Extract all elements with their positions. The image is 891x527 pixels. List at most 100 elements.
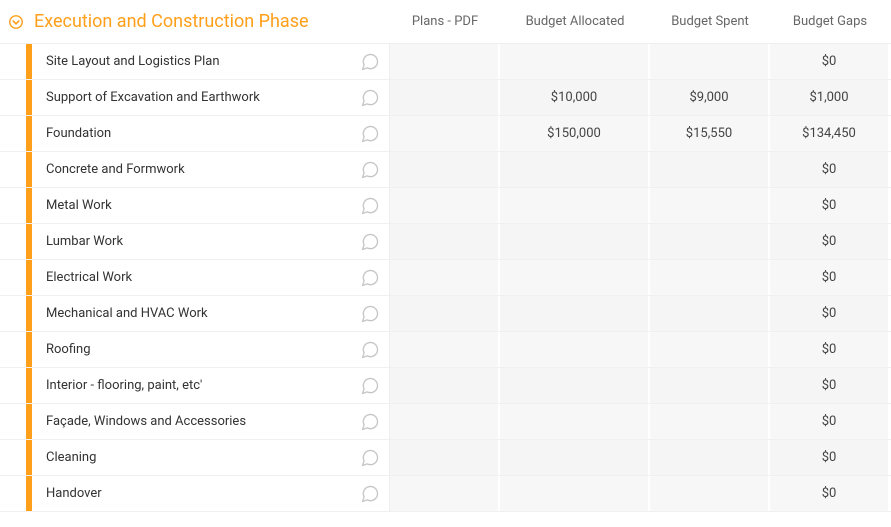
cell-plans[interactable] xyxy=(390,260,500,295)
cell-allocated[interactable] xyxy=(500,188,650,223)
cell-spent[interactable] xyxy=(650,44,770,79)
section-title[interactable]: Execution and Construction Phase xyxy=(34,11,309,32)
row-name-cell[interactable]: Concrete and Formwork xyxy=(32,152,390,187)
cell-gaps[interactable]: $1,000 xyxy=(770,80,890,115)
table-row[interactable]: Lumbar Work $0 xyxy=(0,224,891,260)
cell-plans[interactable] xyxy=(390,440,500,475)
table-row[interactable]: Façade, Windows and Accessories $0 xyxy=(0,404,891,440)
row-name: Interior - flooring, paint, etc' xyxy=(46,378,202,393)
column-header-plans[interactable]: Plans - PDF xyxy=(390,14,500,29)
table-row[interactable]: Mechanical and HVAC Work $0 xyxy=(0,296,891,332)
cell-plans[interactable] xyxy=(390,224,500,259)
row-name-cell[interactable]: Interior - flooring, paint, etc' xyxy=(32,368,390,403)
cell-gaps[interactable]: $0 xyxy=(770,152,890,187)
table-row[interactable]: Concrete and Formwork $0 xyxy=(0,152,891,188)
cell-plans[interactable] xyxy=(390,296,500,331)
cell-gaps[interactable]: $0 xyxy=(770,296,890,331)
cell-spent[interactable] xyxy=(650,296,770,331)
cell-allocated[interactable] xyxy=(500,368,650,403)
row-indent xyxy=(0,116,26,151)
cell-spent[interactable]: $15,550 xyxy=(650,116,770,151)
cell-spent[interactable] xyxy=(650,404,770,439)
cell-plans[interactable] xyxy=(390,368,500,403)
table-row[interactable]: Cleaning $0 xyxy=(0,440,891,476)
cell-allocated[interactable]: $10,000 xyxy=(500,80,650,115)
row-name-cell[interactable]: Foundation xyxy=(32,116,390,151)
cell-allocated[interactable] xyxy=(500,152,650,187)
cell-plans[interactable] xyxy=(390,476,500,511)
cell-spent[interactable] xyxy=(650,152,770,187)
chat-icon[interactable] xyxy=(359,87,381,109)
cell-gaps[interactable]: $0 xyxy=(770,332,890,367)
cell-allocated[interactable] xyxy=(500,260,650,295)
chat-icon[interactable] xyxy=(359,483,381,505)
table-row[interactable]: Support of Excavation and Earthwork $10,0… xyxy=(0,80,891,116)
table-row[interactable]: Electrical Work $0 xyxy=(0,260,891,296)
cell-spent[interactable] xyxy=(650,440,770,475)
row-name-cell[interactable]: Site Layout and Logistics Plan xyxy=(32,44,390,79)
cell-gaps[interactable]: $0 xyxy=(770,476,890,511)
row-name-cell[interactable]: Lumbar Work xyxy=(32,224,390,259)
table-row[interactable]: Site Layout and Logistics Plan $0 xyxy=(0,44,891,80)
chat-icon[interactable] xyxy=(359,123,381,145)
column-header-allocated[interactable]: Budget Allocated xyxy=(500,14,650,29)
row-name: Electrical Work xyxy=(46,270,132,285)
cell-plans[interactable] xyxy=(390,152,500,187)
table-row[interactable]: Handover $0 xyxy=(0,476,891,512)
cell-allocated[interactable] xyxy=(500,296,650,331)
row-name-cell[interactable]: Mechanical and HVAC Work xyxy=(32,296,390,331)
cell-spent[interactable] xyxy=(650,476,770,511)
chat-icon[interactable] xyxy=(359,339,381,361)
cell-allocated[interactable]: $150,000 xyxy=(500,116,650,151)
row-name-cell[interactable]: Metal Work xyxy=(32,188,390,223)
row-name-cell[interactable]: Cleaning xyxy=(32,440,390,475)
row-name-cell[interactable]: Handover xyxy=(32,476,390,511)
cell-allocated[interactable] xyxy=(500,224,650,259)
chat-icon[interactable] xyxy=(359,195,381,217)
cell-gaps[interactable]: $0 xyxy=(770,260,890,295)
cell-spent[interactable] xyxy=(650,332,770,367)
chat-icon[interactable] xyxy=(359,411,381,433)
cell-allocated[interactable] xyxy=(500,332,650,367)
chat-icon[interactable] xyxy=(359,303,381,325)
row-name-cell[interactable]: Roofing xyxy=(32,332,390,367)
cell-allocated[interactable] xyxy=(500,476,650,511)
chat-icon[interactable] xyxy=(359,231,381,253)
cell-plans[interactable] xyxy=(390,116,500,151)
cell-plans[interactable] xyxy=(390,44,500,79)
cell-plans[interactable] xyxy=(390,188,500,223)
cell-spent[interactable] xyxy=(650,368,770,403)
cell-gaps[interactable]: $0 xyxy=(770,224,890,259)
cell-gaps[interactable]: $134,450 xyxy=(770,116,890,151)
table-row[interactable]: Metal Work $0 xyxy=(0,188,891,224)
cell-allocated[interactable] xyxy=(500,440,650,475)
cell-gaps[interactable]: $0 xyxy=(770,188,890,223)
collapse-toggle[interactable] xyxy=(8,14,24,30)
cell-spent[interactable]: $9,000 xyxy=(650,80,770,115)
cell-allocated[interactable] xyxy=(500,404,650,439)
column-header-gaps[interactable]: Budget Gaps xyxy=(770,14,890,29)
cell-gaps[interactable]: $0 xyxy=(770,404,890,439)
cell-gaps[interactable]: $0 xyxy=(770,44,890,79)
cell-spent[interactable] xyxy=(650,188,770,223)
cell-spent[interactable] xyxy=(650,260,770,295)
cell-plans[interactable] xyxy=(390,332,500,367)
row-name-cell[interactable]: Electrical Work xyxy=(32,260,390,295)
chat-icon[interactable] xyxy=(359,375,381,397)
row-name-cell[interactable]: Façade, Windows and Accessories xyxy=(32,404,390,439)
column-header-spent[interactable]: Budget Spent xyxy=(650,14,770,29)
cell-plans[interactable] xyxy=(390,80,500,115)
chat-icon[interactable] xyxy=(359,267,381,289)
chat-icon[interactable] xyxy=(359,447,381,469)
table-row[interactable]: Interior - flooring, paint, etc' $0 xyxy=(0,368,891,404)
cell-allocated[interactable] xyxy=(500,44,650,79)
table-row[interactable]: Roofing $0 xyxy=(0,332,891,368)
table-row[interactable]: Foundation $150,000$15,550$134,450 xyxy=(0,116,891,152)
cell-gaps[interactable]: $0 xyxy=(770,440,890,475)
chat-icon[interactable] xyxy=(359,51,381,73)
cell-gaps[interactable]: $0 xyxy=(770,368,890,403)
chat-icon[interactable] xyxy=(359,159,381,181)
cell-spent[interactable] xyxy=(650,224,770,259)
cell-plans[interactable] xyxy=(390,404,500,439)
row-name-cell[interactable]: Support of Excavation and Earthwork xyxy=(32,80,390,115)
